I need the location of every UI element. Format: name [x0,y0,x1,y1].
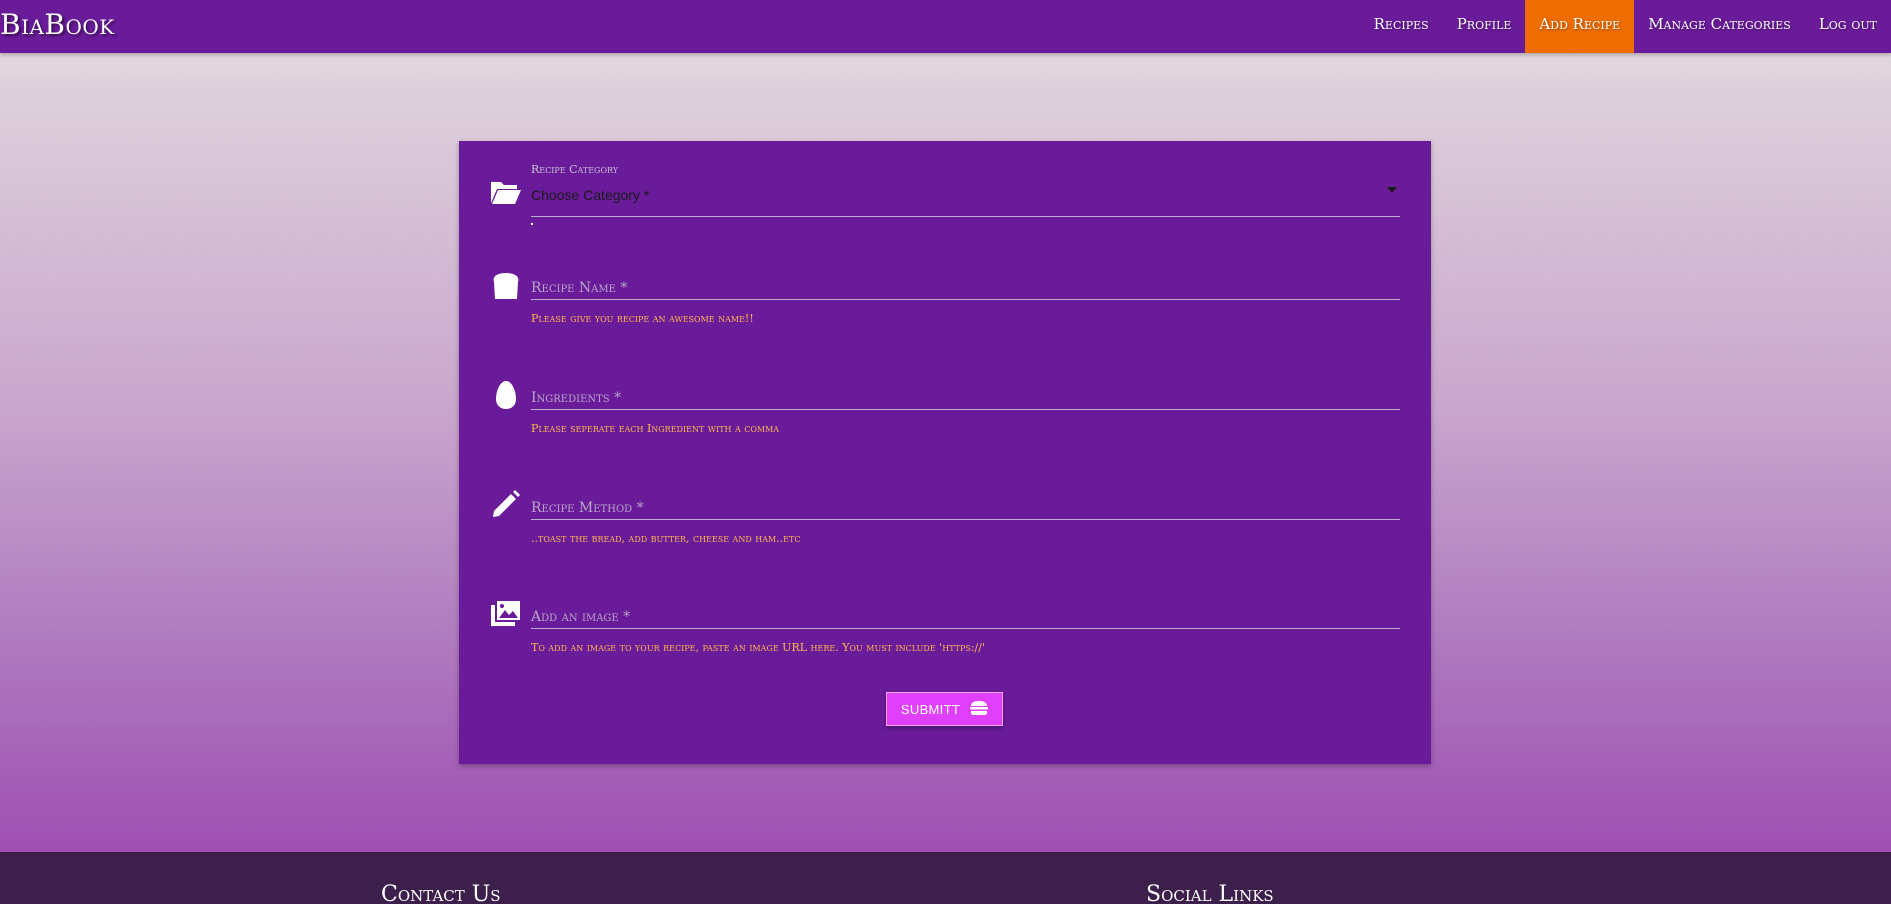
egg-icon [489,378,523,412]
add-recipe-form-card: Recipe Category Choose Category * Recipe… [459,141,1431,764]
ingredients-field: Ingredients * Please seperate each Ingre… [459,341,1431,451]
recipe-name-input[interactable]: Recipe Name * [531,280,627,296]
nav-links: Recipes Profile Add Recipe Manage Catego… [1360,0,1891,53]
image-url-helper: To add an image to your recipe, paste an… [531,641,985,654]
nav-link-manage-categories[interactable]: Manage Categories [1634,0,1805,53]
recipe-name-field: Recipe Name * Please give you recipe an … [459,231,1431,341]
recipe-name-underline [531,299,1400,300]
contact-us-heading: Contact Us [381,882,501,904]
brand-logo[interactable]: BiaBook [0,8,115,41]
nav-link-profile[interactable]: Profile [1443,0,1526,53]
recipe-method-helper: ..toast the bread, add butter, cheese an… [531,532,801,545]
nav-link-recipes[interactable]: Recipes [1360,0,1443,53]
social-links-heading: Social Links [1146,882,1274,904]
image-url-input[interactable]: Add an image * [531,609,630,625]
submit-button[interactable]: SUBMITT [886,692,1003,726]
method-field: Recipe Method * ..toast the bread, add b… [459,451,1431,559]
nav-link-add-recipe[interactable]: Add Recipe [1525,0,1635,53]
category-underline [531,216,1400,217]
ingredients-underline [531,409,1400,410]
caret-dot [531,223,533,225]
folder-open-icon [489,175,523,209]
category-field: Recipe Category Choose Category * [459,141,1431,231]
category-label: Recipe Category [531,163,619,176]
chevron-down-icon[interactable] [1387,187,1397,193]
nav-link-log-out[interactable]: Log out [1805,0,1891,53]
submit-label: SUBMITT [900,701,961,717]
hamburger-icon [970,700,989,719]
image-url-underline [531,628,1400,629]
navbar: BiaBook Recipes Profile Add Recipe Manag… [0,0,1891,53]
recipe-method-underline [531,519,1400,520]
ingredients-input[interactable]: Ingredients * [531,390,621,406]
bread-icon [489,269,523,303]
pencil-icon [489,487,523,521]
recipe-method-input[interactable]: Recipe Method * [531,500,644,516]
footer: Contact Us Social Links [0,852,1891,904]
ingredients-helper: Please seperate each Ingredient with a c… [531,422,780,435]
recipe-name-helper: Please give you recipe an awesome name!! [531,312,754,325]
category-select[interactable]: Choose Category * [531,187,1400,203]
image-field: Add an image * To add an image to your r… [459,560,1431,670]
images-icon [489,596,523,630]
